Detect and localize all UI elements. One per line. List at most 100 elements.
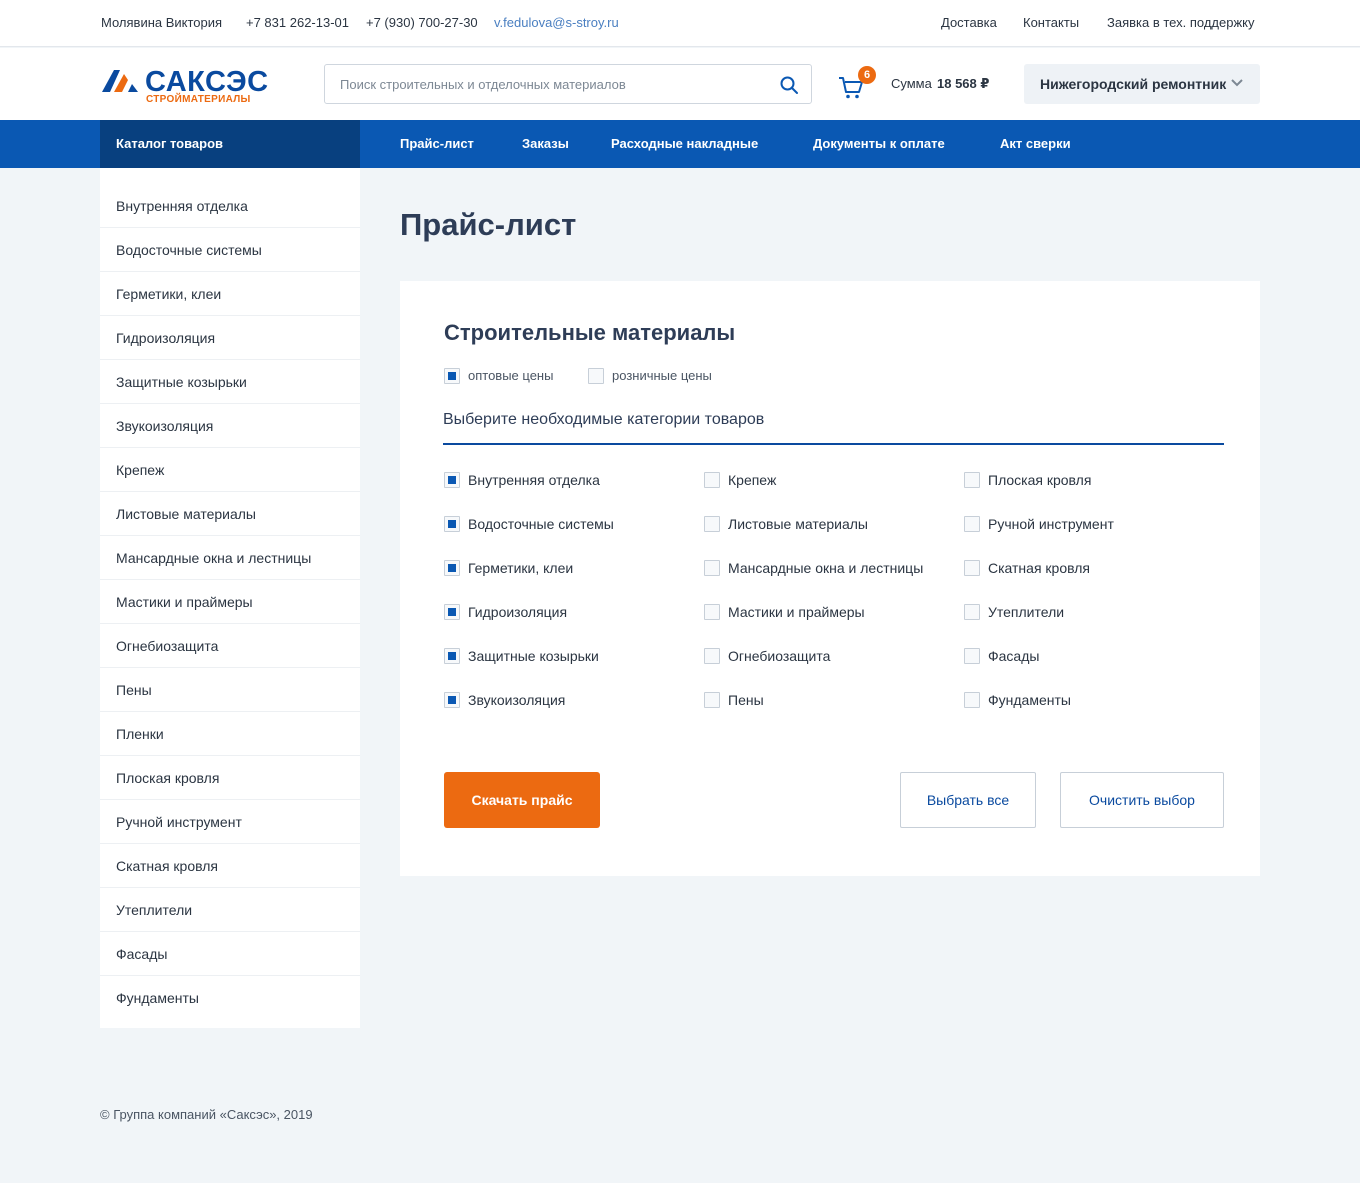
category-checkbox[interactable] <box>704 560 720 576</box>
support-request-link[interactable]: Заявка в тех. поддержку <box>1107 15 1254 30</box>
category-checkbox[interactable] <box>704 472 720 488</box>
email-link[interactable]: v.fedulova@s-stroy.ru <box>494 15 619 30</box>
clear-selection-button[interactable]: Очистить выбор <box>1060 772 1224 828</box>
catalog-button[interactable]: Каталог товаров <box>100 120 360 168</box>
category-checkbox[interactable] <box>444 692 460 708</box>
category-checkbox[interactable] <box>444 648 460 664</box>
category-label: Звукоизоляция <box>468 692 566 708</box>
category-checkbox[interactable] <box>964 516 980 532</box>
category-label: Скатная кровля <box>988 560 1090 576</box>
sidebar-item[interactable]: Фундаменты <box>100 976 360 1020</box>
retail-price-checkbox[interactable] <box>588 368 604 384</box>
category-label: Огнебиозащита <box>728 648 831 664</box>
wholesale-price-label: оптовые цены <box>468 368 554 383</box>
category-checkbox[interactable] <box>964 604 980 620</box>
sidebar-item[interactable]: Скатная кровля <box>100 844 360 888</box>
sidebar-item[interactable]: Мансардные окна и лестницы <box>100 536 360 580</box>
sum-value: 18 568 ₽ <box>937 76 990 91</box>
category-checkbox[interactable] <box>444 516 460 532</box>
nav-invoices[interactable]: Расходные накладные <box>611 136 758 151</box>
company-select-value: Нижегородский ремонтник <box>1040 76 1227 92</box>
sum-label: Сумма <box>891 76 932 91</box>
sidebar-item[interactable]: Пены <box>100 668 360 712</box>
category-checkbox[interactable] <box>964 648 980 664</box>
cart-button[interactable]: 6 <box>838 66 878 104</box>
category-checkbox[interactable] <box>444 560 460 576</box>
search-input[interactable] <box>340 65 760 103</box>
category-checkbox[interactable] <box>444 604 460 620</box>
contacts-link[interactable]: Контакты <box>1023 15 1079 30</box>
sidebar-item[interactable]: Защитные козырьки <box>100 360 360 404</box>
sidebar-item-label: Плоская кровля <box>116 770 220 786</box>
search-icon[interactable] <box>779 75 799 95</box>
delivery-link[interactable]: Доставка <box>941 15 997 30</box>
company-select[interactable]: Нижегородский ремонтник <box>1024 64 1260 104</box>
footer-copyright: © Группа компаний «Саксэс», 2019 <box>100 1107 313 1122</box>
nav-payment-docs[interactable]: Документы к оплате <box>813 136 945 151</box>
page-title: Прайс-лист <box>400 207 577 242</box>
nav-reconciliation[interactable]: Акт сверки <box>1000 136 1071 151</box>
category-label: Герметики, клеи <box>468 560 574 576</box>
user-name[interactable]: Молявина Виктория <box>101 15 222 30</box>
category-label: Защитные козырьки <box>468 648 599 664</box>
phone-link-1[interactable]: +7 831 262-13-01 <box>246 15 349 30</box>
sidebar-item-label: Герметики, клеи <box>116 286 222 302</box>
category-label: Внутренняя отделка <box>468 472 600 488</box>
sidebar-item-label: Крепеж <box>116 462 165 478</box>
phone-link-2[interactable]: +7 (930) 700-27-30 <box>366 15 478 30</box>
category-label: Мансардные окна и лестницы <box>728 560 924 576</box>
sidebar-item-label: Пены <box>116 682 152 698</box>
sidebar-item-label: Мастики и праймеры <box>116 594 253 610</box>
sidebar-item-label: Мансардные окна и лестницы <box>116 550 312 566</box>
retail-price-label: розничные цены <box>612 368 712 383</box>
logo-mark-icon <box>102 70 138 92</box>
chevron-down-icon <box>1231 79 1243 87</box>
sidebar-item-label: Утеплители <box>116 902 193 918</box>
category-label: Ручной инструмент <box>988 516 1114 532</box>
sidebar-item[interactable]: Мастики и праймеры <box>100 580 360 624</box>
sidebar-item[interactable]: Крепеж <box>100 448 360 492</box>
sidebar-item-label: Листовые материалы <box>116 506 256 522</box>
sidebar-item-label: Фундаменты <box>116 990 199 1006</box>
sidebar-item[interactable]: Пленки <box>100 712 360 756</box>
category-checkbox[interactable] <box>964 692 980 708</box>
sidebar-item[interactable]: Герметики, клеи <box>100 272 360 316</box>
sidebar-item-label: Водосточные системы <box>116 242 262 258</box>
category-checkbox[interactable] <box>964 560 980 576</box>
category-label: Плоская кровля <box>988 472 1092 488</box>
sidebar-item[interactable]: Утеплители <box>100 888 360 932</box>
category-checkbox[interactable] <box>704 692 720 708</box>
catalog-sidebar: Внутренняя отделка Водосточные системы Г… <box>100 168 360 1028</box>
nav-orders[interactable]: Заказы <box>522 136 569 151</box>
download-price-button[interactable]: Скачать прайс <box>444 772 600 828</box>
category-label: Фундаменты <box>988 692 1071 708</box>
sidebar-item[interactable]: Фасады <box>100 932 360 976</box>
category-checkbox[interactable] <box>704 648 720 664</box>
sidebar-item-label: Звукоизоляция <box>116 418 214 434</box>
wholesale-price-checkbox[interactable] <box>444 368 460 384</box>
price-list-card: Строительные материалы оптовые цены розн… <box>400 281 1260 876</box>
category-checkbox[interactable] <box>444 472 460 488</box>
sidebar-item[interactable]: Гидроизоляция <box>100 316 360 360</box>
catalog-label: Каталог товаров <box>116 136 224 151</box>
sidebar-item-label: Внутренняя отделка <box>116 198 248 214</box>
categories-section-header: Выберите необходимые категории товаров <box>443 409 1224 445</box>
card-title: Строительные материалы <box>444 320 736 345</box>
logo[interactable]: САКСЭС СТРОЙМАТЕРИАЛЫ <box>100 66 280 106</box>
select-all-button[interactable]: Выбрать все <box>900 772 1036 828</box>
sidebar-item[interactable]: Водосточные системы <box>100 228 360 272</box>
category-checkbox[interactable] <box>704 516 720 532</box>
nav-price-list[interactable]: Прайс-лист <box>400 136 474 151</box>
sidebar-item[interactable]: Звукоизоляция <box>100 404 360 448</box>
main-nav: Каталог товаров Прайс-лист Заказы Расход… <box>0 120 1360 168</box>
sidebar-item[interactable]: Огнебиозащита <box>100 624 360 668</box>
sidebar-item-label: Огнебиозащита <box>116 638 219 654</box>
sidebar-item[interactable]: Плоская кровля <box>100 756 360 800</box>
sidebar-item[interactable]: Ручной инструмент <box>100 800 360 844</box>
category-label: Гидроизоляция <box>468 604 568 620</box>
sidebar-item[interactable]: Листовые материалы <box>100 492 360 536</box>
category-checkbox[interactable] <box>704 604 720 620</box>
sidebar-item[interactable]: Внутренняя отделка <box>100 184 360 228</box>
sidebar-item-label: Фасады <box>116 946 168 962</box>
category-checkbox[interactable] <box>964 472 980 488</box>
